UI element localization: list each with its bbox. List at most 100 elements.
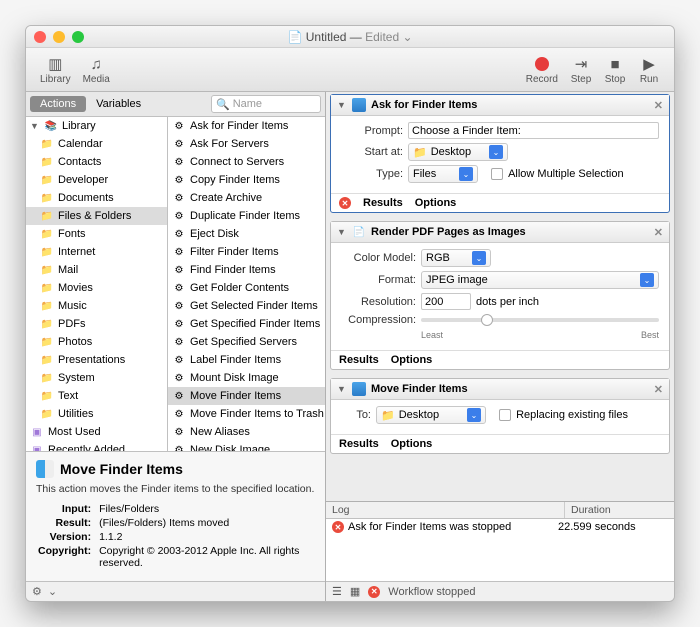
resolution-input[interactable]	[421, 293, 471, 310]
list-view-icon[interactable]: ☰	[332, 585, 342, 598]
allow-multiple-checkbox[interactable]	[491, 168, 503, 180]
error-icon: ✕	[332, 521, 344, 533]
description-panel: Move Finder Items This action moves the …	[26, 451, 325, 581]
workflow-step-render-pdf[interactable]: ▼📄Render PDF Pages as Images✕ Color Mode…	[330, 221, 670, 370]
variables-tab[interactable]: Variables	[86, 96, 151, 112]
error-icon: ✕	[339, 197, 351, 209]
category-item[interactable]: 📁Calendar	[26, 135, 167, 153]
stop-button[interactable]: ■Stop	[598, 54, 632, 85]
to-select[interactable]: 📁 Desktop⌄	[376, 406, 486, 424]
library-root[interactable]: ▼📚Library	[26, 117, 167, 135]
columns-icon: ▥	[44, 54, 66, 74]
category-item[interactable]: 📁Photos	[26, 333, 167, 351]
category-item[interactable]: 📁Developer	[26, 171, 167, 189]
right-footer: ☰ ▦ ✕ Workflow stopped	[326, 581, 674, 601]
action-item[interactable]: ⚙︎Get Specified Servers	[168, 333, 325, 351]
search-field[interactable]: 🔍Name	[211, 95, 321, 113]
action-item[interactable]: ⚙︎Get Selected Finder Items	[168, 297, 325, 315]
action-item[interactable]: ⚙︎Find Finder Items	[168, 261, 325, 279]
log-row[interactable]: ✕ Ask for Finder Items was stopped 22.59…	[326, 519, 674, 535]
disclosure-icon[interactable]: ▼	[337, 384, 347, 394]
error-icon: ✕	[368, 586, 380, 598]
record-icon	[535, 57, 549, 71]
category-item[interactable]: 📁Internet	[26, 243, 167, 261]
startat-select[interactable]: 📁 Desktop⌄	[408, 143, 508, 161]
gear-icon[interactable]: ⚙︎	[32, 585, 42, 598]
actions-tab[interactable]: Actions	[30, 96, 86, 112]
workflow-panel: ▼Ask for Finder Items✕ Prompt: Start at:…	[326, 92, 674, 601]
category-item[interactable]: 📁Fonts	[26, 225, 167, 243]
category-item[interactable]: 📁PDFs	[26, 315, 167, 333]
workflow-step-move-finder[interactable]: ▼Move Finder Items✕ To:📁 Desktop⌄ Replac…	[330, 378, 670, 454]
log-panel: LogDuration ✕ Ask for Finder Items was s…	[326, 501, 674, 581]
action-item[interactable]: ⚙︎Get Specified Finder Items	[168, 315, 325, 333]
finder-icon	[352, 98, 366, 112]
results-button[interactable]: Results	[363, 197, 403, 209]
search-icon: 🔍	[216, 98, 230, 111]
action-item[interactable]: ⚙︎Move Finder Items to Trash	[168, 405, 325, 423]
window-title: 📄 Untitled — Edited ⌄	[26, 30, 674, 44]
format-select[interactable]: JPEG image⌄	[421, 271, 659, 289]
compression-slider[interactable]	[421, 318, 659, 322]
colormodel-select[interactable]: RGB⌄	[421, 249, 491, 267]
disclosure-icon[interactable]: ▼	[337, 100, 347, 110]
action-item[interactable]: ⚙︎Mount Disk Image	[168, 369, 325, 387]
results-button[interactable]: Results	[339, 438, 379, 450]
action-item[interactable]: ⚙︎Duplicate Finder Items	[168, 207, 325, 225]
action-item[interactable]: ⚙︎Create Archive	[168, 189, 325, 207]
play-icon: ▶	[638, 54, 660, 74]
action-item[interactable]: ⚙︎Ask for Finder Items	[168, 117, 325, 135]
category-item[interactable]: 📁Movies	[26, 279, 167, 297]
results-button[interactable]: Results	[339, 354, 379, 366]
action-item[interactable]: ⚙︎New Disk Image	[168, 441, 325, 451]
finder-icon	[352, 382, 366, 396]
toolbar: ▥Library ♫Media Record ⇥Step ■Stop ▶Run	[26, 48, 674, 92]
grid-view-icon[interactable]: ▦	[350, 585, 360, 598]
prompt-input[interactable]	[408, 122, 659, 139]
library-panel: Actions Variables 🔍Name ▼📚Library📁Calend…	[26, 92, 326, 601]
close-icon[interactable]: ✕	[654, 383, 663, 396]
category-item[interactable]: 📁Files & Folders	[26, 207, 167, 225]
category-item[interactable]: ▣Most Used	[26, 423, 167, 441]
options-button[interactable]: Options	[391, 354, 433, 366]
library-toolbar-button[interactable]: ▥Library	[34, 54, 77, 85]
category-item[interactable]: 📁System	[26, 369, 167, 387]
action-item[interactable]: ⚙︎New Aliases	[168, 423, 325, 441]
action-item[interactable]: ⚙︎Filter Finder Items	[168, 243, 325, 261]
category-item[interactable]: 📁Presentations	[26, 351, 167, 369]
options-button[interactable]: Options	[391, 438, 433, 450]
category-item[interactable]: 📁Mail	[26, 261, 167, 279]
options-button[interactable]: Options	[415, 197, 457, 209]
step-icon: ⇥	[570, 54, 592, 74]
category-item[interactable]: 📁Contacts	[26, 153, 167, 171]
action-item[interactable]: ⚙︎Copy Finder Items	[168, 171, 325, 189]
action-item[interactable]: ⚙︎Eject Disk	[168, 225, 325, 243]
pdf-icon: 📄	[352, 225, 366, 239]
close-icon[interactable]: ✕	[654, 226, 663, 239]
category-item[interactable]: 📁Utilities	[26, 405, 167, 423]
type-select[interactable]: Files⌄	[408, 165, 478, 183]
dropdown-icon[interactable]: ⌄	[48, 585, 57, 598]
titlebar: 📄 Untitled — Edited ⌄	[26, 26, 674, 48]
workflow-step-ask-finder[interactable]: ▼Ask for Finder Items✕ Prompt: Start at:…	[330, 94, 670, 213]
action-item[interactable]: ⚙︎Ask For Servers	[168, 135, 325, 153]
category-list[interactable]: ▼📚Library📁Calendar📁Contacts📁Developer📁Do…	[26, 117, 168, 451]
category-item[interactable]: 📁Text	[26, 387, 167, 405]
action-list[interactable]: ⚙︎Ask for Finder Items⚙︎Ask For Servers⚙…	[168, 117, 325, 451]
step-button[interactable]: ⇥Step	[564, 54, 598, 85]
action-item[interactable]: ⚙︎Move Finder Items	[168, 387, 325, 405]
action-item[interactable]: ⚙︎Connect to Servers	[168, 153, 325, 171]
category-item[interactable]: 📁Documents	[26, 189, 167, 207]
close-icon[interactable]: ✕	[654, 99, 663, 112]
run-button[interactable]: ▶Run	[632, 54, 666, 85]
disclosure-icon[interactable]: ▼	[337, 227, 347, 237]
record-button[interactable]: Record	[520, 54, 564, 85]
action-item[interactable]: ⚙︎Label Finder Items	[168, 351, 325, 369]
stop-icon: ■	[604, 54, 626, 74]
replace-checkbox[interactable]	[499, 409, 511, 421]
media-toolbar-button[interactable]: ♫Media	[77, 54, 116, 85]
action-item[interactable]: ⚙︎Get Folder Contents	[168, 279, 325, 297]
category-item[interactable]: 📁Music	[26, 297, 167, 315]
music-note-icon: ♫	[85, 54, 107, 74]
category-item[interactable]: ▣Recently Added	[26, 441, 167, 451]
